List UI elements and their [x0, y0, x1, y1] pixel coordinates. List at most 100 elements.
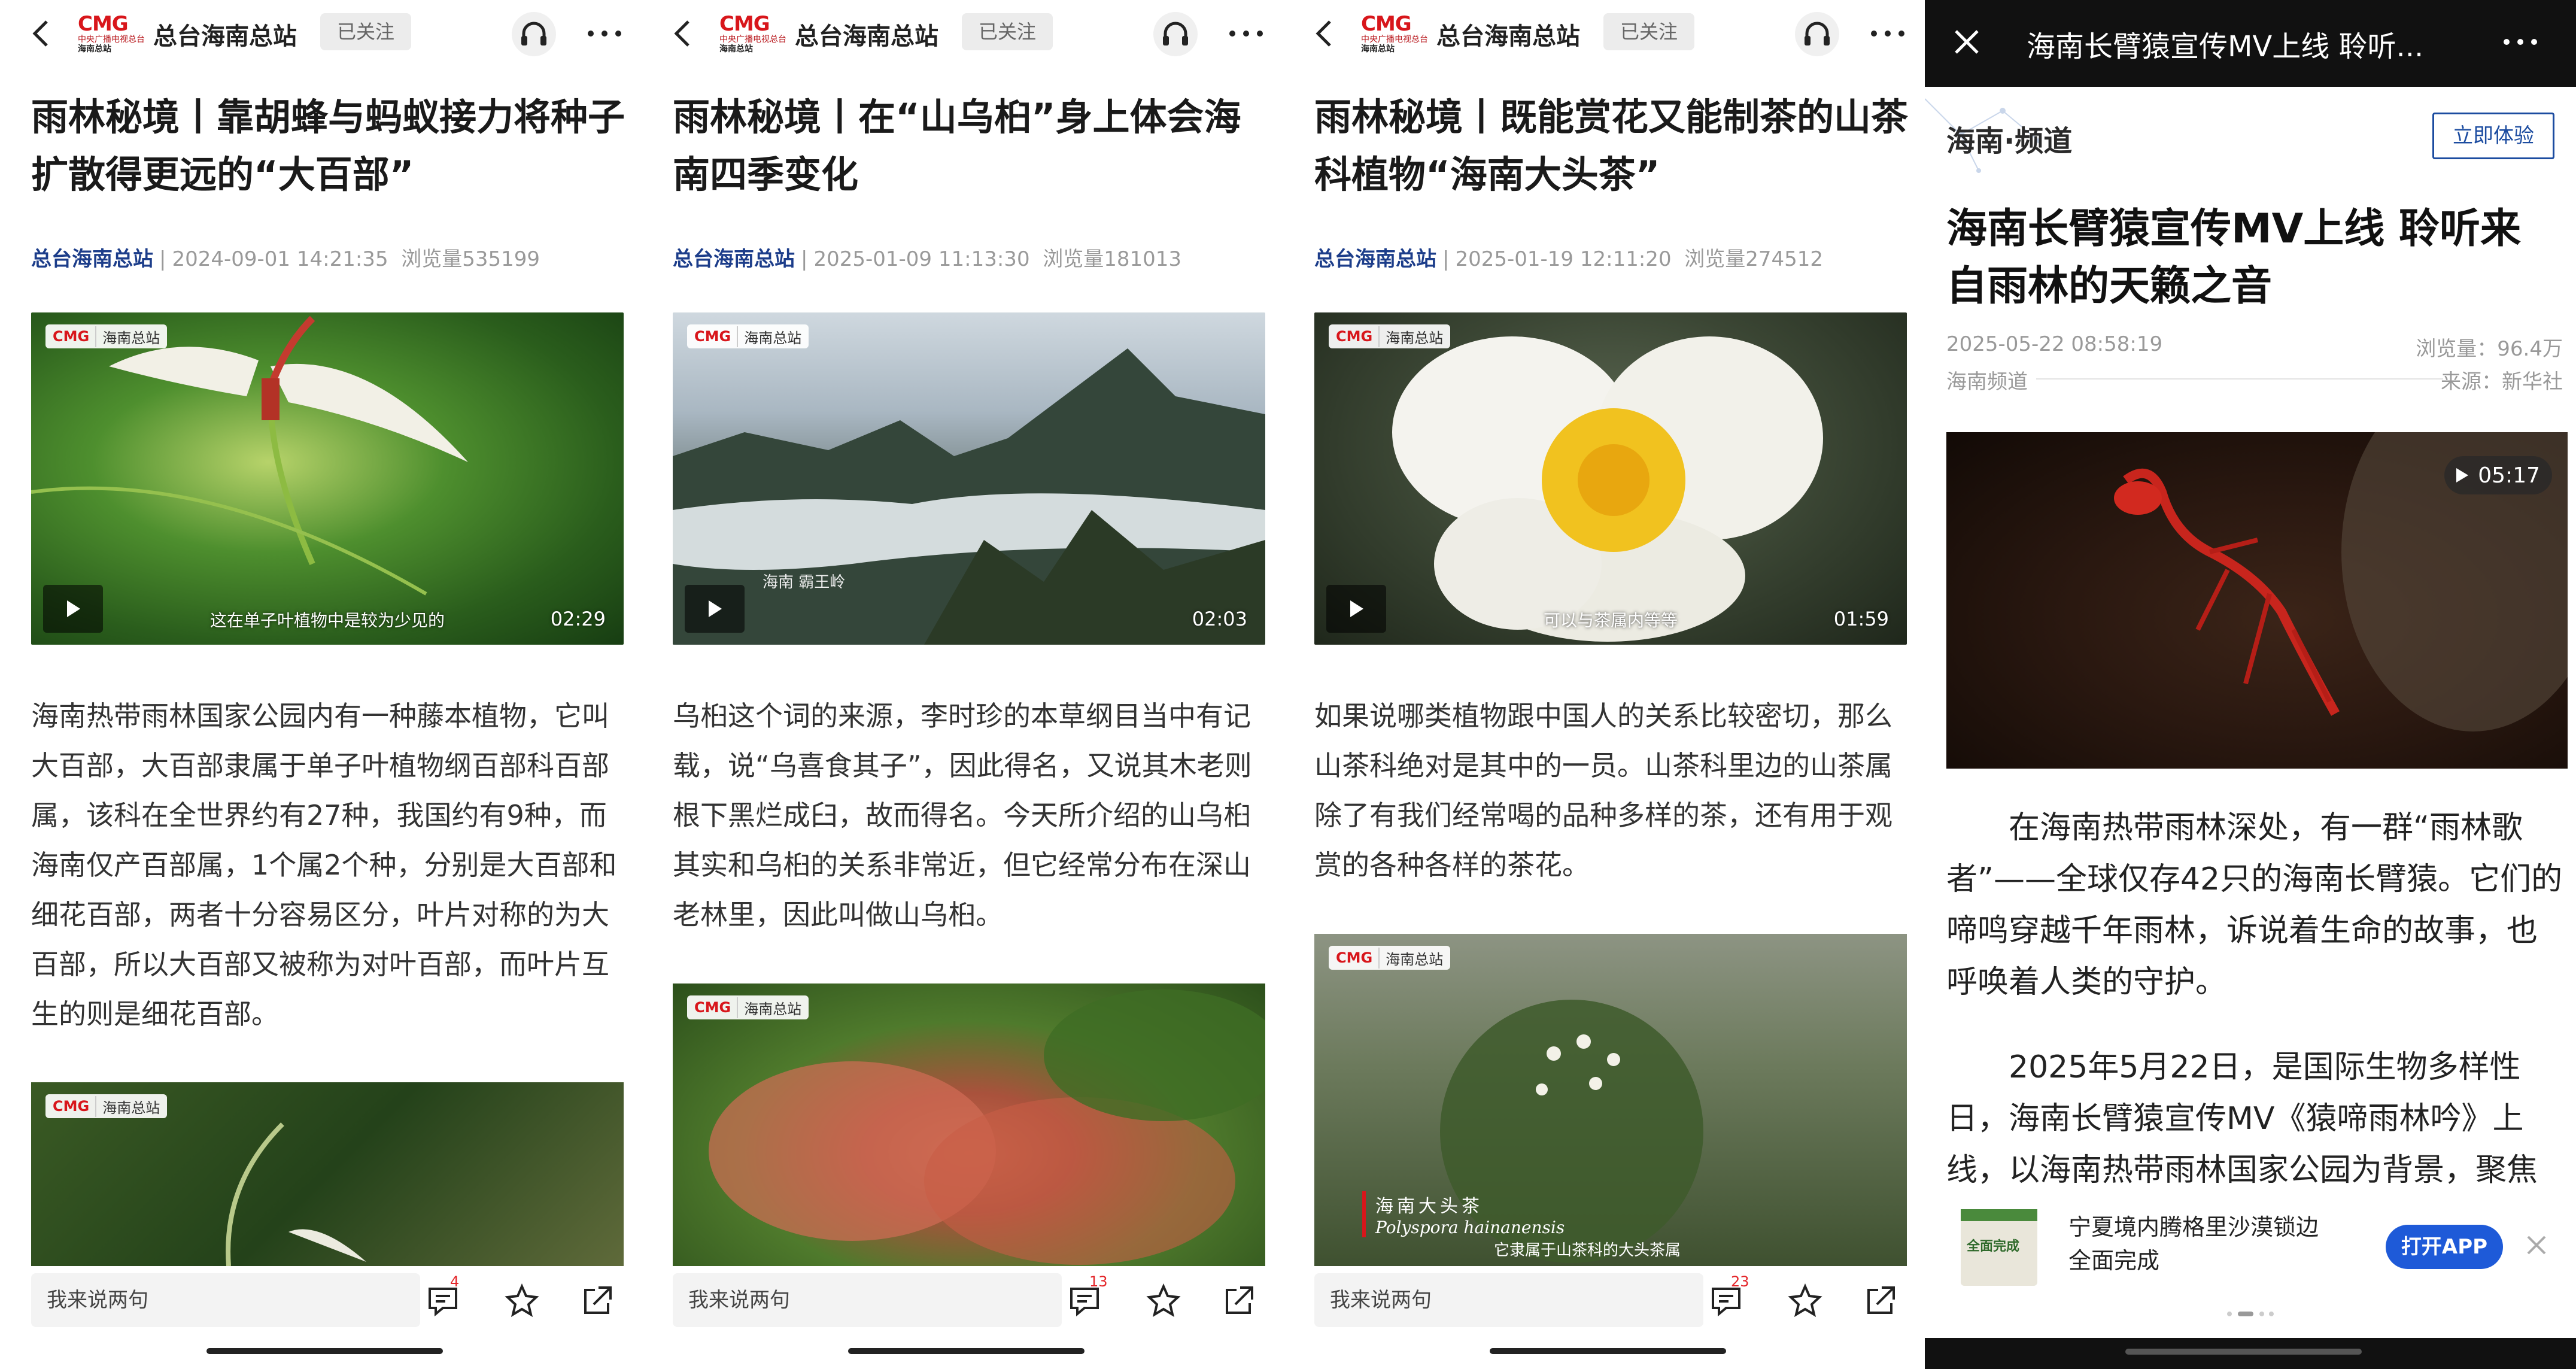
more-icon[interactable]	[2499, 24, 2541, 60]
listen-button[interactable]	[512, 12, 556, 56]
video-location: 海南 霸王岭	[763, 573, 846, 591]
follow-button[interactable]: 已关注	[962, 13, 1053, 50]
article-meta-row-2: 海南频道 来源：新华社	[1946, 365, 2563, 394]
top-bar: CMG 中央广播电视总台 海南总站 总台海南总站 已关注	[642, 0, 1283, 67]
more-icon[interactable]	[1225, 16, 1267, 51]
star-icon[interactable]	[1146, 1283, 1181, 1319]
listen-button[interactable]	[1795, 12, 1839, 56]
comment-count-badge: 23	[1731, 1273, 1749, 1290]
video-subtitle: 可以与茶属内等等	[1543, 611, 1678, 630]
video-player[interactable]: 05:17	[1946, 432, 2568, 769]
headphones-icon	[1163, 22, 1188, 45]
close-icon[interactable]	[2523, 1232, 2550, 1258]
video-player-2[interactable]: CMG 海南总站 海南大头茶 Polyspora hainanensis 它隶属于…	[1314, 934, 1907, 1266]
cmg-logo: CMG 中央广播电视总台 海南总站	[78, 12, 145, 54]
article-meta: 总台海南总站 | 2024-09-01 14:21:35 浏览量535199	[31, 247, 540, 271]
article-views: 浏览量181013	[1043, 247, 1181, 271]
video-player[interactable]: CMG 海南总站 可以与茶属内等等 01:59	[1314, 312, 1907, 645]
article-source[interactable]: 总台海南总站	[673, 247, 795, 271]
channel-name[interactable]: 总台海南总站	[1436, 17, 1580, 51]
more-icon[interactable]	[584, 16, 625, 51]
camellia-image	[1392, 336, 1823, 642]
open-app-button[interactable]: 打开APP	[2386, 1225, 2503, 1269]
article-views: 浏览量：96.4万	[2416, 337, 2563, 361]
video-tag: CMG 海南总站	[45, 1094, 168, 1118]
mountain-image	[673, 348, 1265, 645]
home-indicator-bar	[1925, 1338, 2576, 1369]
article-body: 如果说哪类植物跟中国人的关系比较密切，那么山茶科绝对是其中的一员。山茶科里边的山…	[1314, 700, 1892, 881]
species-name-latin: Polyspora hainanensis	[1375, 1218, 1565, 1237]
play-button[interactable]	[1326, 585, 1386, 633]
species-name-cn: 海南大头茶	[1375, 1196, 1483, 1217]
article-meta: 总台海南总站 | 2025-01-19 12:11:20 浏览量274512	[1314, 247, 1823, 271]
close-icon[interactable]	[1949, 24, 1985, 60]
top-bar: CMG 中央广播电视总台 海南总站 总台海南总站 已关注	[0, 0, 642, 67]
back-arrow-icon[interactable]	[666, 16, 701, 51]
video-duration: 02:03	[1192, 608, 1247, 630]
share-icon[interactable]	[1863, 1283, 1898, 1319]
flower-image	[31, 315, 468, 596]
star-icon[interactable]	[504, 1283, 540, 1319]
top-bar: 海南长臂猿宣传MV上线 聆听...	[1925, 0, 2576, 87]
headphones-icon	[521, 22, 546, 45]
follow-button[interactable]: 已关注	[320, 13, 412, 50]
article-title: 海南长臂猿宣传MV上线 聆听来自雨林的天籁之音	[1946, 205, 2521, 310]
share-icon[interactable]	[1221, 1283, 1257, 1319]
promo-thumbnail: 全面完成	[1961, 1209, 2037, 1286]
star-icon[interactable]	[1787, 1283, 1823, 1319]
bottom-toolbar: 我来说两句 4	[0, 1266, 642, 1338]
article-title: 雨林秘境丨在“山乌桕”身上体会海南四季变化	[673, 95, 1241, 196]
share-icon[interactable]	[579, 1283, 615, 1319]
article-panel-1: CMG 中央广播电视总台 海南总站 总台海南总站 已关注 雨林秘境丨靠胡蜂与蚂蚁…	[0, 0, 642, 1369]
promo-text[interactable]: 宁夏境内腾格里沙漠锁边全面完成	[2068, 1210, 2320, 1277]
top-bar: CMG 中央广播电视总台 海南总站 总台海南总站 已关注	[1283, 0, 1925, 67]
article-body: 乌桕这个词的来源，李时珍的本草纲目当中有记载，说“乌喜食其子”，因此得名，又说其…	[673, 700, 1252, 931]
play-button[interactable]	[685, 585, 745, 633]
article-datetime: 2025-05-22 08:58:19	[1946, 332, 2163, 356]
article-panel-2: CMG 中央广播电视总台 海南总站 总台海南总站 已关注 雨林秘境丨在“山乌桕”…	[642, 0, 1283, 1369]
video-tag: CMG 海南总站	[687, 324, 809, 348]
article-title: 雨林秘境丨既能赏花又能制茶的山茶科植物“海南大头茶”	[1314, 95, 1909, 196]
article-meta: 总台海南总站 | 2025-01-09 11:13:30 浏览量181013	[673, 247, 1181, 271]
cmg-logo: CMG 中央广播电视总台 海南总站	[719, 12, 786, 54]
article-panel-4: 海南长臂猿宣传MV上线 聆听... 海南·频道 立即体验 海南长臂猿宣传MV上线…	[1925, 0, 2576, 1369]
channel-name[interactable]: 总台海南总站	[795, 17, 938, 51]
comment-input[interactable]: 我来说两句	[1314, 1273, 1703, 1327]
more-icon[interactable]	[1867, 16, 1909, 51]
video-tag: CMG 海南总站	[687, 995, 809, 1019]
video-tag: CMG 海南总站	[1329, 324, 1451, 348]
video-duration-pill: 05:17	[2444, 456, 2552, 494]
cmg-logo: CMG 中央广播电视总台 海南总站	[1361, 12, 1428, 54]
channel-name[interactable]: 总台海南总站	[153, 17, 297, 51]
video-duration: 05:17	[2478, 463, 2540, 488]
divider	[2036, 378, 2443, 380]
video-duration: 01:59	[1833, 608, 1889, 630]
source-channel: 海南频道	[1946, 370, 2028, 394]
comment-input[interactable]: 我来说两句	[673, 1273, 1062, 1327]
article-source[interactable]: 总台海南总站	[31, 247, 153, 271]
back-arrow-icon[interactable]	[1307, 16, 1343, 51]
video-player[interactable]: CMG 海南总站 海南 霸王岭 02:03	[673, 312, 1265, 645]
channel-name[interactable]: 海南·频道	[1946, 117, 2072, 159]
follow-button[interactable]: 已关注	[1603, 13, 1695, 50]
page-title: 海南长臂猿宣传MV上线 聆听...	[2027, 30, 2424, 63]
try-now-button[interactable]: 立即体验	[2432, 113, 2554, 159]
app-promo-banner[interactable]: 全面完成 宁夏境内腾格里沙漠锁边全面完成 打开APP	[1925, 1191, 2576, 1329]
article-source: 来源：新华社	[2441, 370, 2563, 394]
bottom-toolbar: 我来说两句 23	[1283, 1266, 1925, 1338]
article-source[interactable]: 总台海南总站	[1314, 247, 1436, 271]
video-duration: 02:29	[550, 608, 606, 630]
video-player[interactable]: CMG 海南总站 这在单子叶植物中是较为少见的 02:29	[31, 312, 624, 645]
play-button[interactable]	[43, 585, 103, 633]
video-player-2[interactable]: CMG 海南总站	[31, 1082, 624, 1266]
article-title: 雨林秘境丨靠胡蜂与蚂蚁接力将种子扩散得更远的“大百部”	[31, 95, 625, 196]
comment-count-badge: 13	[1089, 1273, 1108, 1290]
article-datetime: 2024-09-01 14:21:35	[172, 247, 388, 271]
back-arrow-icon[interactable]	[24, 16, 60, 51]
comment-input[interactable]: 我来说两句	[31, 1273, 420, 1327]
video-tag: CMG 海南总站	[1329, 946, 1451, 970]
video-player-2[interactable]: CMG 海南总站	[673, 984, 1265, 1266]
comment-count-badge: 4	[450, 1273, 460, 1290]
listen-button[interactable]	[1153, 12, 1198, 56]
article-views: 浏览量274512	[1684, 247, 1823, 271]
